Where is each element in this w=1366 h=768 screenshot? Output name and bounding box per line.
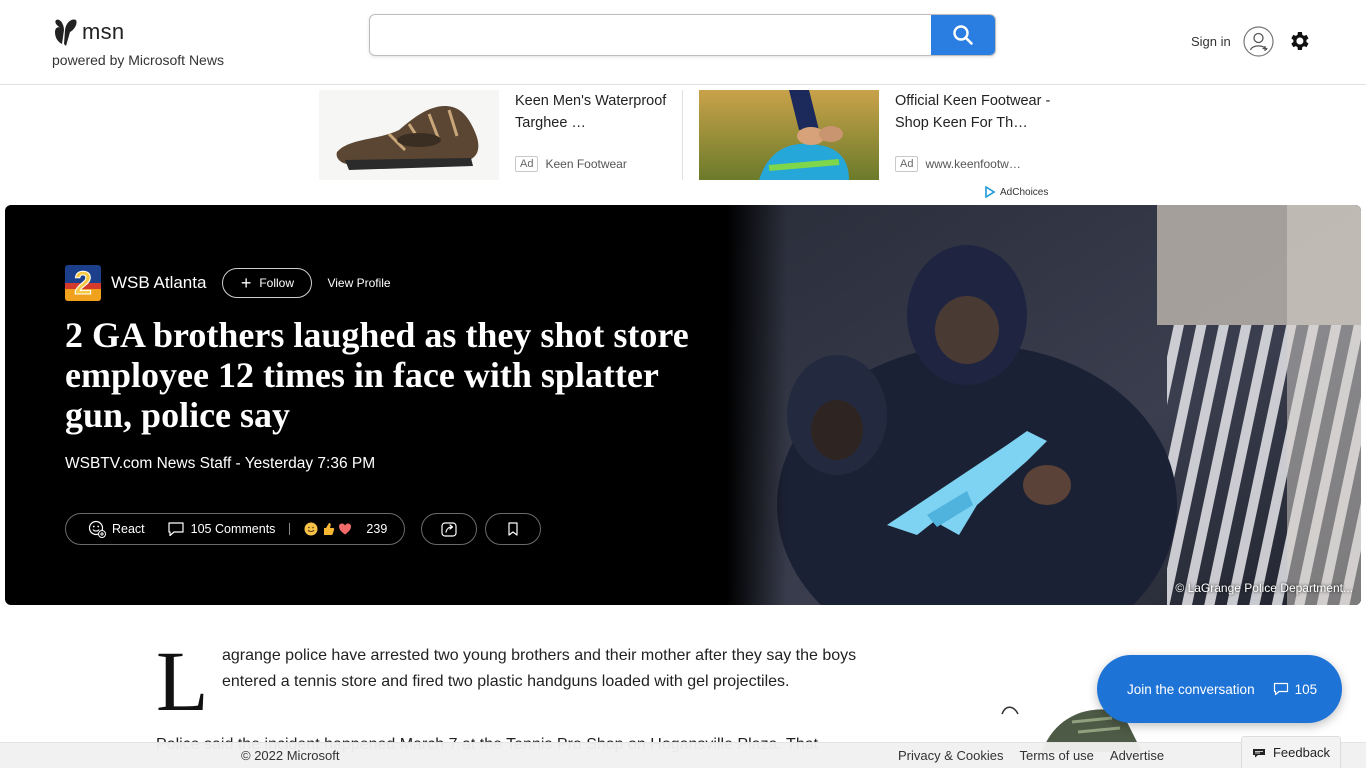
ad-title[interactable]: Keen Men's Waterproof Targhee … (515, 90, 671, 134)
join-comment-count: 105 (1273, 681, 1318, 697)
article-hero: © LaGrange Police Department... 2 WSB At… (5, 205, 1361, 605)
publisher-logo[interactable]: 2 (65, 265, 101, 301)
adchoices-link[interactable]: AdChoices (984, 186, 1048, 198)
msn-butterfly-icon (55, 19, 77, 46)
thumbs-up-emoji-icon (324, 523, 335, 535)
hero-photo[interactable] (727, 205, 1361, 605)
ad-source: www.keenfootw… (925, 157, 1021, 171)
image-credit: © LaGrange Police Department... (1175, 581, 1353, 595)
footer-links: Privacy & Cookies Terms of use Advertise (898, 748, 1180, 763)
ad-source: Keen Footwear (545, 157, 627, 171)
footer-link-privacy[interactable]: Privacy & Cookies (898, 748, 1003, 763)
feedback-button[interactable]: Feedback (1241, 736, 1341, 768)
follow-label: Follow (259, 276, 295, 290)
comment-icon (1273, 682, 1288, 696)
feedback-icon (1252, 748, 1265, 757)
article-headline: 2 GA brothers laughed as they shot store… (65, 315, 689, 435)
comments-label: 105 Comments (190, 522, 276, 536)
publisher-row: 2 WSB Atlanta + Follow View Profile (65, 265, 391, 301)
footer-link-terms[interactable]: Terms of use (1019, 748, 1093, 763)
react-label: React (112, 522, 145, 536)
user-avatar-icon[interactable] (1243, 26, 1274, 57)
ad-tag: Ad (515, 156, 539, 172)
ad-image-shoe-lacing (699, 90, 879, 180)
settings-gear-icon[interactable] (1287, 29, 1311, 53)
bookmark-icon (508, 522, 518, 536)
join-count-value: 105 (1294, 681, 1318, 697)
drop-cap: L (156, 633, 209, 729)
ad-tag: Ad (895, 156, 919, 172)
ad-meta: Ad www.keenfootw… (895, 156, 1021, 172)
comments-button[interactable]: 105 Comments (167, 521, 276, 537)
msn-logo[interactable]: msn (52, 16, 124, 48)
article-paragraph: agrange police have arrested two young b… (222, 647, 857, 690)
footer: © 2022 Microsoft Privacy & Cookies Terms… (0, 742, 1366, 768)
copyright: © 2022 Microsoft (241, 748, 340, 763)
ad-image-sandal (319, 90, 499, 180)
footer-link-advertise[interactable]: Advertise (1110, 748, 1164, 763)
ad-card-2[interactable]: Official Keen Footwear - Shop Keen For T… (699, 90, 1051, 180)
heart-emoji-icon (339, 523, 352, 535)
svg-text:2: 2 (74, 265, 92, 301)
ad-meta: Ad Keen Footwear (515, 156, 627, 172)
react-smiley-icon (88, 520, 106, 538)
search-input[interactable] (370, 15, 932, 55)
search-button[interactable] (931, 15, 995, 55)
ad-card-1[interactable]: Keen Men's Waterproof Targhee … Ad Keen … (319, 90, 669, 180)
share-button[interactable] (421, 513, 477, 545)
reactions-count: 239 (366, 522, 388, 536)
search-box (369, 14, 996, 56)
header: msn powered by Microsoft News Sign in (0, 0, 1366, 85)
divider (289, 523, 291, 535)
adchoices-icon (985, 186, 996, 198)
feedback-label: Feedback (1272, 745, 1331, 760)
join-conversation-button[interactable]: Join the conversation 105 (1097, 655, 1342, 723)
join-label: Join the conversation (1127, 681, 1255, 697)
hero-fade (727, 205, 787, 605)
engagement-bar: React 105 Comments 239 (65, 513, 405, 545)
save-bookmark-button[interactable] (485, 513, 541, 545)
article-byline: WSBTV.com News Staff - Yesterday 7:36 PM (65, 455, 376, 472)
comment-icon (168, 522, 184, 537)
reactions-summary[interactable]: 239 (304, 522, 387, 536)
adchoices-label: AdChoices (1000, 186, 1049, 198)
share-icon (441, 522, 457, 537)
reaction-emojis (304, 522, 358, 536)
ad-divider (682, 90, 683, 180)
publisher-name[interactable]: WSB Atlanta (111, 273, 206, 293)
follow-button[interactable]: + Follow (222, 268, 313, 298)
react-button[interactable]: React (88, 520, 145, 538)
search-icon (953, 25, 973, 45)
tagline: powered by Microsoft News (52, 52, 224, 68)
sign-in-link[interactable]: Sign in (1191, 34, 1231, 49)
logo-text: msn (82, 19, 125, 44)
smile-emoji-icon (304, 522, 318, 536)
ad-title[interactable]: Official Keen Footwear - Shop Keen For T… (895, 90, 1051, 134)
plus-icon: + (240, 273, 252, 293)
view-profile-link[interactable]: View Profile (327, 276, 390, 290)
